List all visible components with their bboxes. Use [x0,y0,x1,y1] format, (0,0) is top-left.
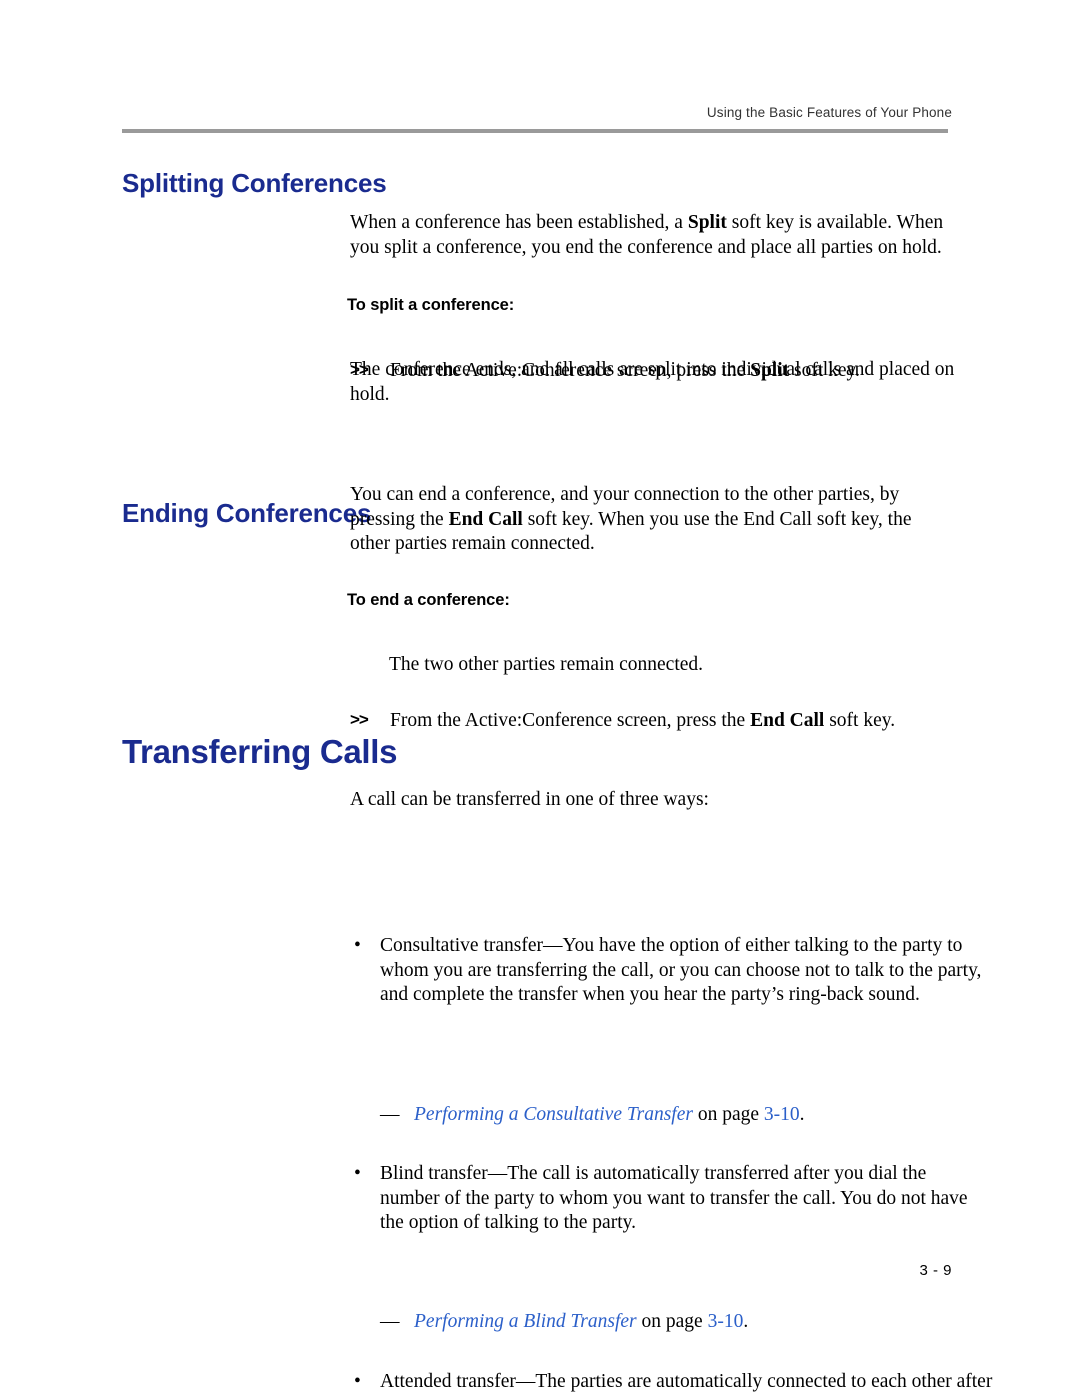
list-item: • Consultative transfer—You have the opt… [350,934,990,1008]
text-run: . [743,1310,749,1332]
cross-reference-item: — Performing a Blind Transfer on page 3-… [380,1310,994,1335]
bullet-icon: • [354,1163,361,1184]
cross-reference-text: Performing a Consultative Transfer on pa… [414,1103,994,1128]
section-heading-splitting-conferences: Splitting Conferences [122,168,387,198]
page-number: 3 - 9 [919,1262,952,1279]
text-run-bold: End Call [750,709,825,731]
text-run-bold: Split [687,212,727,233]
list-item: • Blind transfer—The call is automatical… [350,1162,990,1236]
cross-reference-item: — Performing a Consultative Transfer on … [380,1103,994,1128]
double-arrow-icon: >> [350,709,369,729]
text-run: on page [692,1103,764,1125]
cross-reference-text: Performing a Blind Transfer on page 3-10… [414,1310,994,1335]
list-item-text: Attended transfer—The parties are automa… [380,1371,993,1397]
link-page-ref[interactable]: 3-10 [764,1104,800,1125]
list-item-text: Blind transfer—The call is automatically… [380,1163,968,1233]
text-run: . [799,1103,805,1125]
list-item: • Attended transfer—The parties are auto… [350,1370,995,1397]
document-page: Using the Basic Features of Your Phone S… [0,0,1080,1397]
dash-icon: — [380,1103,400,1125]
paragraph-transfer-intro: A call can be transferred in one of thre… [350,789,709,810]
header-divider-rule [122,129,948,133]
text-run: When a conference has been established, … [350,212,688,233]
list-item-text: Consultative transfer—You have the optio… [380,935,982,1005]
paragraph-split-result: The conference ends, and all calls are s… [350,359,955,405]
text-run-bold: End Call [448,508,523,530]
step-end-conference: >> From the Active:Conference screen, pr… [350,709,990,734]
subheading-to-end-a-conference: To end a conference: [347,591,510,609]
dash-icon: — [380,1310,400,1332]
subheading-to-split-a-conference: To split a conference: [347,296,515,314]
paragraph-ending-intro: You can end a conference, and your conne… [350,483,950,557]
link-page-ref[interactable]: 3-10 [708,1311,744,1332]
page-title-transferring-calls: Transferring Calls [122,733,398,770]
paragraph-splitting-intro: When a conference has been established, … [350,211,950,260]
text-run: From the Active:Conference screen, press… [390,709,751,731]
link-performing-blind-transfer[interactable]: Performing a Blind Transfer [414,1311,637,1332]
bullet-icon: • [354,1371,361,1392]
text-run: on page [636,1310,708,1332]
text-run: soft key. [824,709,896,731]
bullet-icon: • [354,935,361,956]
step-text: From the Active:Conference screen, press… [390,709,990,734]
link-performing-consultative-transfer[interactable]: Performing a Consultative Transfer [414,1104,693,1125]
running-head: Using the Basic Features of Your Phone [706,105,952,120]
paragraph-end-result: The two other parties remain connected. [389,654,704,675]
